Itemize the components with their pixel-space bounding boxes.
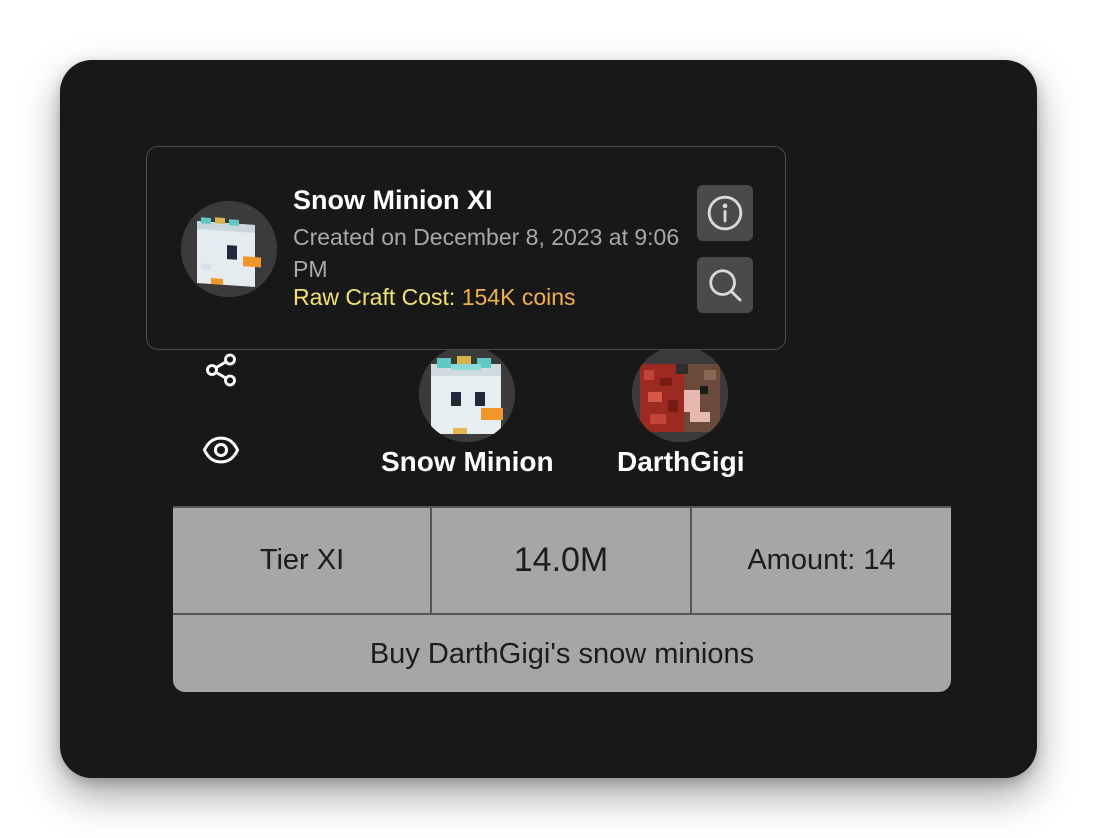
seller-name: DarthGigi	[617, 446, 745, 477]
seller-avatar[interactable]	[632, 346, 728, 442]
cost-label: Raw Craft Cost:	[293, 284, 456, 310]
snow-minion-head-icon	[419, 346, 515, 442]
snow-minion-avatar[interactable]	[419, 346, 515, 442]
view-button[interactable]	[201, 430, 241, 470]
listing-table: Tier XI 14.0M Amount: 14 Buy DarthGigi's…	[173, 506, 951, 692]
minion-info-popup: Snow Minion XI Created on December 8, 20…	[146, 146, 786, 350]
created-date: Created on December 8, 2023 at 9:06 PM	[293, 224, 680, 282]
share-icon	[206, 353, 236, 387]
raw-craft-cost: Raw Craft Cost: 154K coins	[293, 284, 576, 311]
price-cell: 14.0M	[513, 541, 609, 579]
info-icon	[707, 195, 743, 231]
info-button[interactable]	[697, 185, 753, 241]
buy-button[interactable]: Buy DarthGigi's snow minions	[173, 615, 951, 692]
search-icon	[709, 269, 742, 302]
search-button[interactable]	[697, 257, 753, 313]
amount-cell: Amount: 14	[747, 544, 896, 576]
snow-minion-head-icon	[181, 201, 277, 297]
seller-head-icon	[632, 346, 728, 442]
eye-icon	[202, 436, 240, 464]
item-name: Snow Minion	[381, 446, 554, 477]
minion-title: Snow Minion XI	[293, 185, 493, 215]
tier-cell: Tier XI	[259, 544, 345, 576]
share-button[interactable]	[201, 350, 241, 390]
cost-value: 154K coins	[461, 284, 576, 310]
